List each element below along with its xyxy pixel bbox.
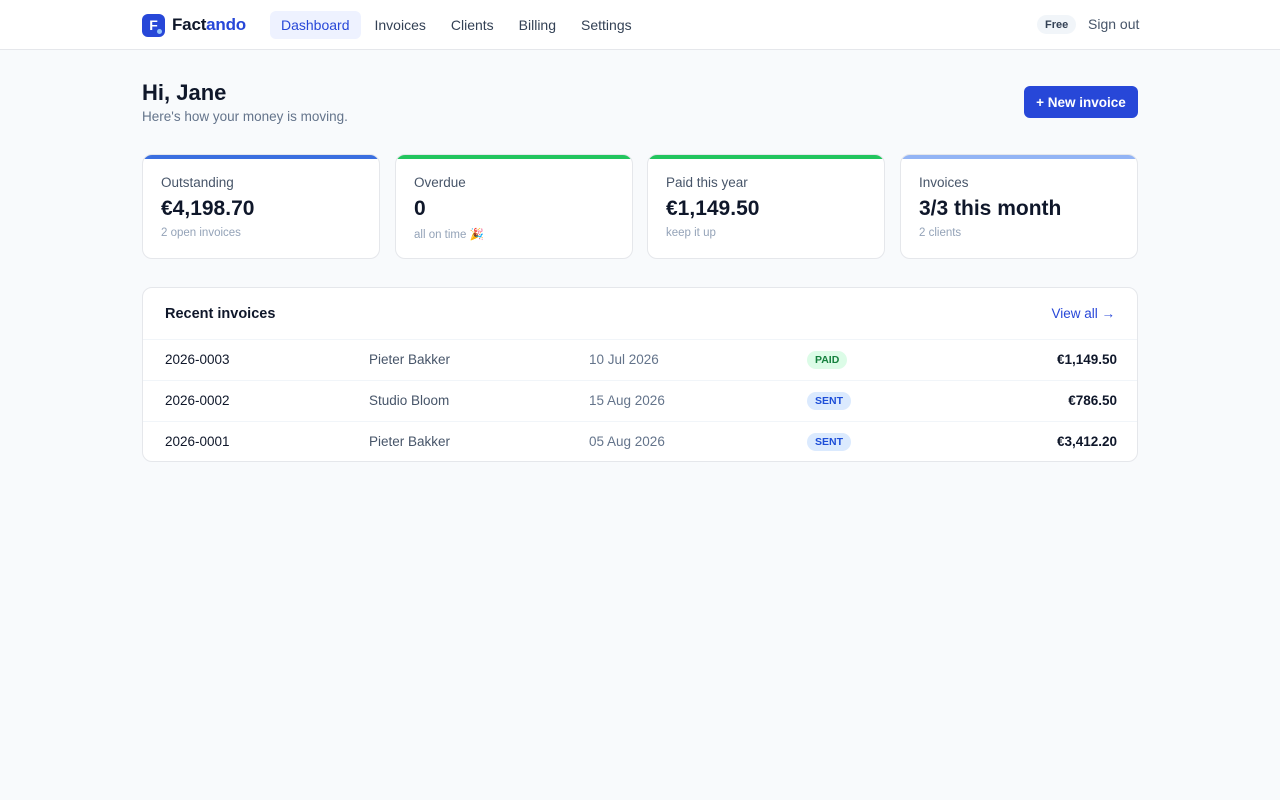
stat-note: keep it up bbox=[666, 227, 716, 239]
status-badge: SENT bbox=[807, 433, 852, 451]
new-invoice-button[interactable]: + New invoice bbox=[1024, 86, 1138, 118]
stat-card-accent-bar bbox=[648, 155, 884, 159]
invoice-amount: €3,412.20 bbox=[1056, 434, 1117, 449]
stat-note: 2 open invoices bbox=[161, 227, 241, 239]
nav-item-billing[interactable]: Billing bbox=[508, 11, 567, 39]
brand-logo[interactable]: F Factando bbox=[142, 13, 246, 37]
invoice-amount: €786.50 bbox=[1068, 393, 1117, 408]
brand-name-part1: Fact bbox=[172, 15, 207, 34]
nav-item-invoices[interactable]: Invoices bbox=[364, 11, 437, 39]
invoice-client: Pieter Bakker bbox=[369, 434, 451, 449]
stat-label: Overdue bbox=[414, 175, 466, 190]
stat-value: €4,198.70 bbox=[161, 197, 255, 220]
invoice-number: 2026-0001 bbox=[165, 434, 230, 449]
stat-label: Invoices bbox=[919, 175, 969, 190]
invoice-date: 15 Aug 2026 bbox=[589, 393, 665, 408]
invoice-number: 2026-0003 bbox=[165, 352, 230, 367]
logo-dot bbox=[157, 28, 162, 34]
stat-value: 0 bbox=[414, 197, 426, 220]
stat-value: €1,149.50 bbox=[666, 197, 760, 220]
invoice-amount: €1,149.50 bbox=[1056, 352, 1117, 367]
stat-note: 2 clients bbox=[919, 227, 962, 239]
invoice-date: 05 Aug 2026 bbox=[589, 434, 665, 449]
invoice-number: 2026-0002 bbox=[165, 393, 230, 408]
stat-label: Paid this year bbox=[666, 175, 748, 190]
logo-mark-icon: F bbox=[142, 13, 165, 37]
stat-card-accent-bar bbox=[143, 155, 379, 159]
invoice-date: 10 Jul 2026 bbox=[589, 352, 659, 367]
page-greeting: Hi, Jane bbox=[142, 80, 227, 105]
invoice-row[interactable]: 2026-0003 Pieter Bakker 10 Jul 2026 PAID… bbox=[143, 339, 1137, 380]
recent-invoices-panel: Recent invoices View all → 2026-0003 Pie… bbox=[142, 287, 1138, 462]
top-navbar: F Factando Dashboard Invoices Clients Bi… bbox=[0, 0, 1280, 50]
nav-item-clients[interactable]: Clients bbox=[440, 11, 505, 39]
stat-card-overdue: Overdue 0 all on time 🎉 bbox=[395, 154, 633, 259]
invoice-client: Studio Bloom bbox=[369, 393, 450, 408]
status-badge: PAID bbox=[807, 351, 848, 369]
stat-value: 3/3 this month bbox=[919, 197, 1062, 220]
brand-name: Factando bbox=[172, 15, 246, 35]
page-subtitle: Here's how your money is moving. bbox=[142, 109, 348, 124]
main-nav: Dashboard Invoices Clients Billing Setti… bbox=[270, 11, 646, 39]
stat-card-accent-bar bbox=[396, 155, 632, 159]
recent-invoices-title: Recent invoices bbox=[165, 306, 276, 322]
stat-card-accent-bar bbox=[901, 155, 1137, 159]
stat-note: all on time 🎉 bbox=[414, 229, 484, 241]
invoice-row[interactable]: 2026-0001 Pieter Bakker 05 Aug 2026 SENT… bbox=[143, 421, 1137, 461]
brand-name-part2: ando bbox=[206, 15, 246, 34]
stat-card-invoices: Invoices 3/3 this month 2 clients bbox=[900, 154, 1138, 259]
nav-item-settings[interactable]: Settings bbox=[570, 11, 643, 39]
plan-badge: Free bbox=[1037, 15, 1077, 34]
view-all-link[interactable]: View all → bbox=[1051, 306, 1115, 321]
status-badge: SENT bbox=[807, 392, 852, 410]
stat-label: Outstanding bbox=[161, 175, 234, 190]
stat-card-paid-this-year: Paid this year €1,149.50 keep it up bbox=[647, 154, 885, 259]
stat-card-outstanding: Outstanding €4,198.70 2 open invoices bbox=[142, 154, 380, 259]
invoice-row[interactable]: 2026-0002 Studio Bloom 15 Aug 2026 SENT … bbox=[143, 380, 1137, 421]
nav-item-dashboard[interactable]: Dashboard bbox=[270, 11, 361, 39]
sign-out-link[interactable]: Sign out bbox=[1088, 16, 1139, 32]
invoice-client: Pieter Bakker bbox=[369, 352, 451, 367]
